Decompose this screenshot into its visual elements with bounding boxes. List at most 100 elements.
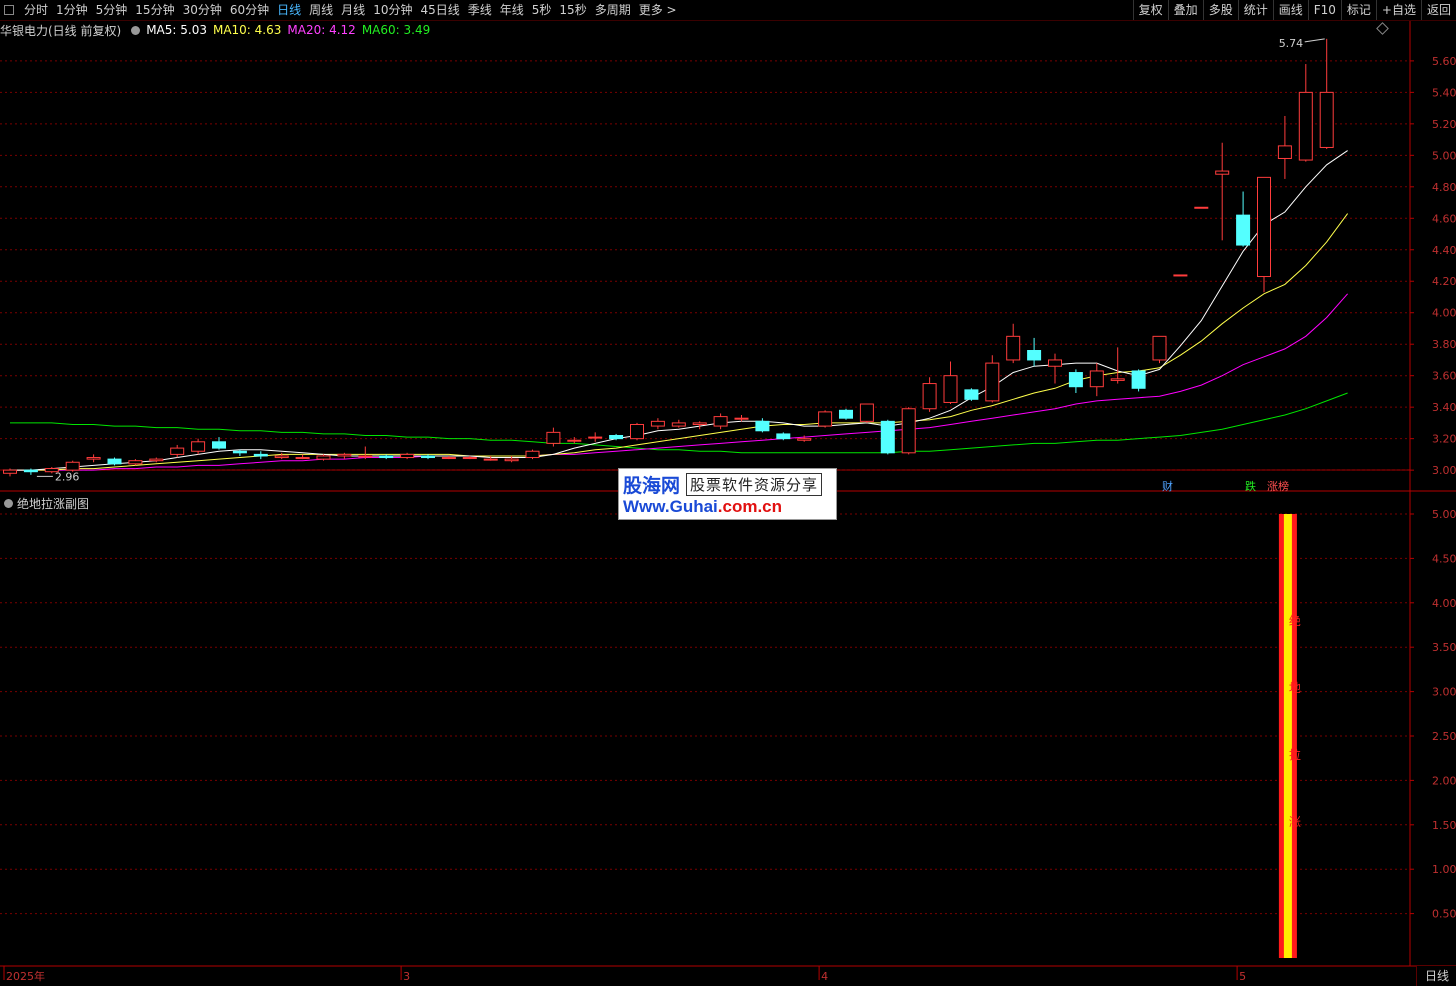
period-indicator-button[interactable]: 日线: [1416, 966, 1456, 986]
candle-body: [546, 431, 561, 444]
signal-label-char: 绝: [1289, 613, 1301, 628]
candle-body: [462, 457, 477, 460]
candle-body: [316, 455, 331, 460]
candle-body: [964, 389, 979, 400]
y-tick-label: 3.20: [1432, 433, 1456, 446]
subchart-toggle-icon[interactable]: [4, 498, 13, 508]
candle-body: [609, 435, 624, 440]
candle-body: [1298, 91, 1313, 161]
x-tick-label: 5: [1239, 970, 1246, 983]
url-suffix: .com.cn: [717, 497, 783, 516]
candle-body: [441, 457, 456, 460]
y-tick-label: 4.00: [1432, 597, 1456, 610]
y-tick-label: 2.50: [1432, 730, 1456, 743]
y-tick-label: 3.60: [1432, 370, 1456, 383]
url-domain: Guhai: [669, 497, 718, 516]
signal-label-char: 地: [1289, 681, 1301, 695]
candle-body: [1027, 350, 1042, 361]
candle-body: [1194, 206, 1209, 209]
url-prefix: Www.: [623, 497, 670, 516]
ma10-line: [10, 213, 1349, 471]
candle-body: [212, 441, 226, 449]
candle-body: [692, 422, 707, 425]
candle-body: [943, 375, 958, 403]
candle-body: [650, 420, 665, 427]
candle-body: [525, 450, 540, 459]
high-arrow: [1304, 38, 1325, 43]
candle-body: [1068, 372, 1083, 388]
candle-body: [65, 461, 80, 471]
signal-label-char: 涨: [1289, 814, 1301, 829]
ma20-line: [10, 293, 1348, 471]
candle-body: [253, 453, 268, 457]
candle-body: [232, 450, 247, 454]
y-tick-label: 5.40: [1432, 86, 1456, 99]
watermark: 股海网 股票软件资源分享 Www.Guhai.com.cn: [618, 468, 837, 520]
candle-body: [379, 455, 394, 459]
candle-body: [901, 408, 916, 454]
y-tick-label: 2.00: [1432, 774, 1456, 787]
candle-body: [922, 383, 937, 410]
subchart-title[interactable]: 绝地拉涨副图: [17, 495, 89, 512]
candle-body: [1089, 370, 1104, 388]
candle-body: [818, 411, 833, 427]
candle-body: [421, 455, 435, 459]
x-tick-label: 2025年: [6, 969, 45, 983]
event-badge: 涨榜: [1267, 479, 1289, 493]
candle-body: [588, 436, 603, 439]
signal-bar-yellow: [1283, 514, 1292, 958]
y-tick-label: 3.00: [1432, 686, 1456, 699]
candle-body: [504, 458, 519, 462]
candle-body: [1173, 274, 1188, 277]
low-label: 2.96: [55, 470, 80, 483]
candle-body: [274, 455, 289, 459]
signal-label-char: 拉: [1289, 747, 1301, 762]
candle-body: [1257, 176, 1271, 278]
watermark-logo: 股海网: [623, 474, 681, 497]
x-tick-label: 3: [403, 970, 410, 983]
candle-body: [107, 458, 122, 465]
y-tick-label: 4.40: [1432, 244, 1456, 257]
candle-body: [1277, 145, 1292, 159]
y-tick-label: 3.00: [1432, 464, 1456, 477]
subchart-title-bar: 绝地拉涨副图: [0, 494, 89, 512]
candle-body: [358, 455, 373, 458]
y-tick-label: 4.50: [1432, 552, 1456, 565]
candle-body: [776, 433, 791, 440]
candle-body: [1319, 91, 1334, 148]
candle-body: [1236, 214, 1251, 246]
candle-body: [839, 409, 853, 419]
y-tick-label: 1.00: [1432, 863, 1456, 876]
candle-body: [1110, 378, 1125, 381]
candle-body: [86, 457, 101, 460]
candle-body: [1006, 335, 1021, 361]
candle-body: [734, 417, 749, 420]
candle-body: [337, 453, 352, 457]
y-tick-label: 4.80: [1432, 181, 1456, 194]
candle-body: [880, 420, 895, 454]
candle-body: [483, 458, 498, 461]
y-tick-label: 5.00: [1432, 508, 1456, 521]
candle-body: [191, 441, 206, 452]
candle-body: [295, 457, 310, 460]
y-tick-label: 5.20: [1432, 118, 1456, 131]
y-tick-label: 3.40: [1432, 401, 1456, 414]
y-tick-label: 3.80: [1432, 338, 1456, 351]
y-tick-label: 3.50: [1432, 641, 1456, 654]
candle-body: [713, 416, 728, 427]
candle-body: [671, 422, 686, 427]
high-label: 5.74: [1279, 37, 1304, 50]
event-badge: 财: [1162, 479, 1173, 493]
event-badge: 跌: [1245, 479, 1256, 493]
watermark-url: Www.Guhai.com.cn: [623, 497, 782, 517]
candle-body: [3, 469, 17, 474]
candle-body: [797, 438, 812, 441]
candle-body: [128, 460, 143, 465]
x-tick-label: 4: [821, 970, 828, 983]
y-tick-label: 5.00: [1432, 149, 1456, 162]
candle-body: [23, 469, 38, 473]
candle-body: [1048, 359, 1062, 367]
y-tick-label: 4.20: [1432, 275, 1456, 288]
y-tick-label: 1.50: [1432, 819, 1456, 832]
candle-body: [1131, 370, 1146, 389]
